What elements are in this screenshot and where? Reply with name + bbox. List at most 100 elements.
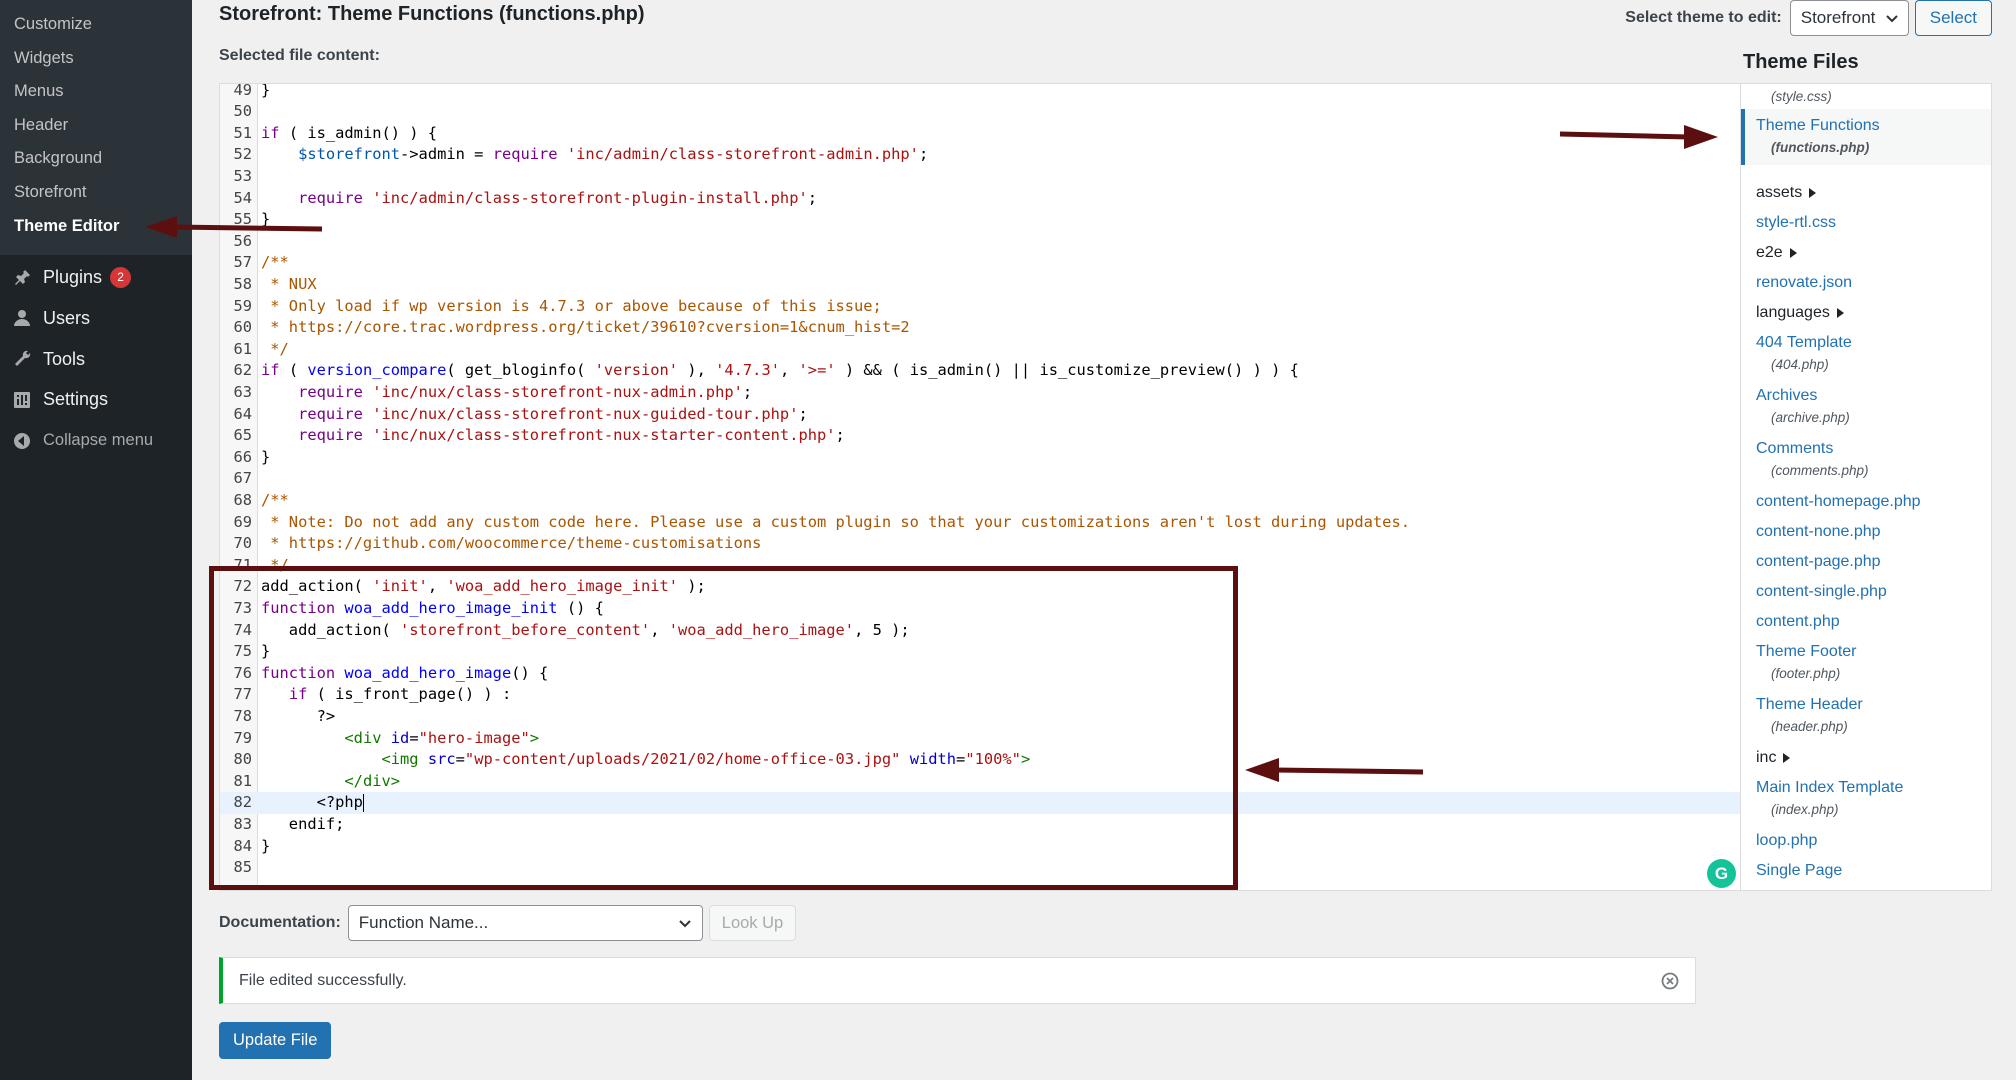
code-line[interactable]: 62 if ( version_compare( get_bloginfo( 'v… — [220, 360, 1740, 382]
code-line[interactable]: 58 * NUX — [220, 274, 1740, 296]
code-line[interactable]: 83 endif; — [220, 814, 1740, 836]
line-number: 61 — [233, 339, 252, 358]
line-number: 79 — [233, 728, 252, 747]
update-file-button[interactable]: Update File — [219, 1022, 332, 1059]
code-line[interactable]: 82 <?php — [220, 792, 1740, 814]
theme-file-label: 404 Template — [1756, 334, 1852, 351]
code-token: 'inc/nux/class-storefront-nux-starter-co… — [372, 426, 836, 445]
code-line[interactable]: 53 — [220, 166, 1740, 188]
sidebar-item-settings[interactable]: Settings — [0, 380, 192, 421]
theme-file-style-css[interactable]: (style.css) — [1741, 84, 1991, 106]
code-line[interactable]: 67 — [220, 468, 1740, 490]
theme-folder-languages[interactable]: languages — [1741, 303, 1991, 323]
code-line[interactable]: 57 /** — [220, 252, 1740, 274]
theme-file-comments[interactable]: Comments (comments.php) — [1741, 439, 1991, 480]
sidebar-item-collapse-menu[interactable]: Collapse menu — [0, 420, 192, 461]
dismiss-icon[interactable] — [1661, 972, 1679, 990]
code-editor[interactable]: 49} 50 51 if ( is_admin() ) {52 $storefront… — [219, 83, 1741, 891]
sidebar-item-users[interactable]: Users — [0, 298, 192, 339]
grammarly-icon[interactable]: G — [1707, 859, 1736, 888]
code-line[interactable]: 61 */ — [220, 339, 1740, 361]
code-line[interactable]: 68 /** — [220, 490, 1740, 512]
code-line[interactable]: 56 — [220, 231, 1740, 253]
code-line[interactable]: 51 if ( is_admin() ) { — [220, 123, 1740, 145]
code-token: /** — [261, 490, 289, 509]
theme-file-renovate-json[interactable]: renovate.json — [1741, 273, 1991, 293]
theme-file-loop-php[interactable]: loop.php — [1741, 831, 1991, 851]
code-token: <div — [344, 728, 382, 747]
code-line[interactable]: 74 add_action( 'storefront_before_conten… — [220, 620, 1740, 642]
code-token: 'version' — [594, 361, 679, 380]
theme-file-archives[interactable]: Archives (archive.php) — [1741, 386, 1991, 427]
code-token: , — [427, 577, 447, 596]
sidebar-subitem-customize[interactable]: Customize — [0, 8, 192, 42]
theme-file-main-index-template[interactable]: Main Index Template (index.php) — [1741, 778, 1991, 819]
code-line[interactable]: 50 — [220, 101, 1740, 123]
theme-select[interactable]: Storefront — [1789, 0, 1909, 36]
code-line[interactable]: 60 * https://core.trac.wordpress.org/tic… — [220, 317, 1740, 339]
function-name-select[interactable]: Function Name... — [347, 905, 703, 941]
line-number: 65 — [233, 426, 252, 445]
theme-file-theme-header[interactable]: Theme Header (header.php) — [1741, 695, 1991, 736]
code-line[interactable]: 54 require 'inc/admin/class-storefront-p… — [220, 188, 1740, 210]
theme-file-filename: (header.php) — [1771, 719, 1848, 734]
theme-file-style-rtl-css[interactable]: style-rtl.css — [1741, 213, 1991, 233]
theme-folder-assets[interactable]: assets — [1741, 183, 1991, 203]
chevron-down-icon — [678, 916, 692, 930]
sidebar-subitem-header[interactable]: Header — [0, 109, 192, 143]
theme-file-label: style-rtl.css — [1756, 214, 1836, 231]
code-line[interactable]: 84} — [220, 836, 1740, 858]
look-up-button[interactable]: Look Up — [708, 905, 797, 941]
theme-file-content-single-php[interactable]: content-single.php — [1741, 582, 1991, 602]
code-line[interactable]: 77 if ( is_front_page() ) : — [220, 684, 1740, 706]
code-token: } — [261, 210, 271, 229]
code-line[interactable]: 73 function woa_add_hero_image_init () { — [220, 598, 1740, 620]
code-line[interactable]: 69 * Note: Do not add any custom code he… — [220, 512, 1740, 534]
code-text: */ — [261, 555, 289, 577]
code-line[interactable]: 66} — [220, 447, 1740, 469]
code-line[interactable]: 85 — [220, 857, 1740, 879]
code-line[interactable]: 63 require 'inc/nux/class-storefront-nux… — [220, 382, 1740, 404]
code-text: require 'inc/nux/class-storefront-nux-st… — [261, 425, 845, 447]
code-line[interactable]: 70 * https://github.com/woocommerce/them… — [220, 533, 1740, 555]
sidebar-item-plugins[interactable]: Plugins 2 — [0, 257, 192, 298]
code-line[interactable]: 65 require 'inc/nux/class-storefront-nux… — [220, 425, 1740, 447]
theme-file-label: Theme Functions — [1756, 117, 1880, 134]
sidebar-item-tools[interactable]: Tools — [0, 339, 192, 380]
theme-file-content-page-php[interactable]: content-page.php — [1741, 552, 1991, 572]
code-line[interactable]: 64 require 'inc/nux/class-storefront-nux… — [220, 404, 1740, 426]
code-line[interactable]: 71 */ — [220, 555, 1740, 577]
theme-file-content-none-php[interactable]: content-none.php — [1741, 522, 1991, 542]
code-line[interactable]: 72 add_action( 'init', 'woa_add_hero_imag… — [220, 576, 1740, 598]
sidebar-subitem-storefront[interactable]: Storefront — [0, 176, 192, 210]
select-theme-button[interactable]: Select — [1914, 0, 1992, 36]
theme-file-theme-footer[interactable]: Theme Footer (footer.php) — [1741, 642, 1991, 683]
code-line[interactable]: 78 ?> — [220, 706, 1740, 728]
theme-file-content-php[interactable]: content.php — [1741, 612, 1991, 632]
theme-file-label: Main Index Template — [1756, 779, 1904, 796]
code-line[interactable]: 81 </div> — [220, 771, 1740, 793]
code-token: '4.7.3' — [715, 361, 780, 380]
theme-file-label: e2e — [1756, 244, 1783, 261]
sidebar-subitem-menus[interactable]: Menus — [0, 75, 192, 109]
sidebar-subitem-background[interactable]: Background — [0, 142, 192, 176]
code-line[interactable]: 49} — [220, 84, 1740, 101]
theme-file-404-template[interactable]: 404 Template (404.php) — [1741, 333, 1991, 374]
theme-file-content-homepage-php[interactable]: content-homepage.php — [1741, 492, 1991, 512]
sidebar-subitem-widgets[interactable]: Widgets — [0, 42, 192, 76]
code-line[interactable]: 75} — [220, 641, 1740, 663]
theme-folder-e2e[interactable]: e2e — [1741, 243, 1991, 263]
theme-file-theme-functions[interactable]: Theme Functions (functions.php) — [1741, 109, 1991, 165]
code-line[interactable]: 80 <img src="wp-content/uploads/2021/02/… — [220, 749, 1740, 771]
code-line[interactable]: 76 function woa_add_hero_image() { — [220, 663, 1740, 685]
code-line[interactable]: 59 * Only load if wp version is 4.7.3 or… — [220, 296, 1740, 318]
code-line[interactable]: 79 <div id="hero-image"> — [220, 728, 1740, 750]
users-icon — [12, 308, 32, 328]
theme-folder-inc[interactable]: inc — [1741, 748, 1991, 768]
code-line[interactable]: 52 $storefront->admin = require 'inc/adm… — [220, 144, 1740, 166]
code-line[interactable]: 55} — [220, 209, 1740, 231]
theme-file-single-page[interactable]: Single Page — [1741, 861, 1991, 881]
sidebar-subitem-theme-editor[interactable]: Theme Editor — [0, 210, 192, 244]
